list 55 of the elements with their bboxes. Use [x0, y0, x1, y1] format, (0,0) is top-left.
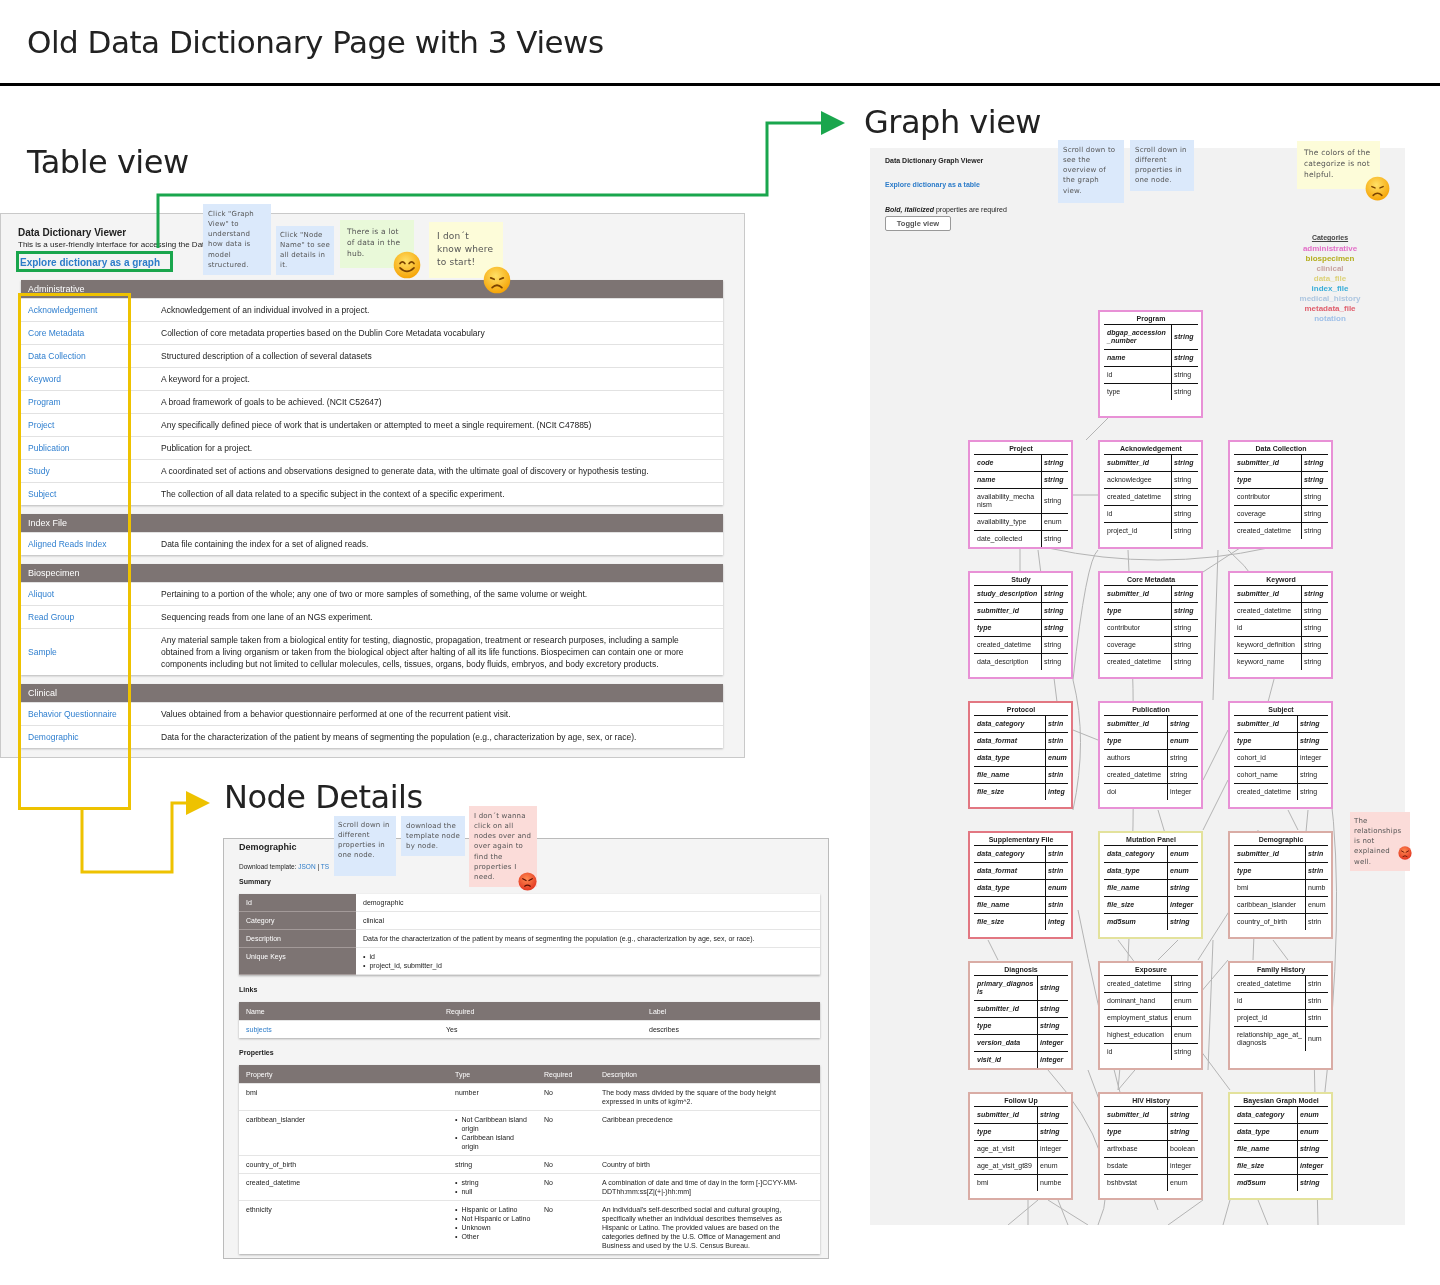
- sticky-note: I don´t know where to start!: [429, 222, 503, 278]
- legend-item: medical_history: [1299, 294, 1361, 303]
- angry-face-icon: [518, 872, 537, 891]
- node-link[interactable]: Aliquot: [21, 587, 54, 600]
- node-description: Acknowledgement of an individual involved in a project.: [161, 303, 371, 317]
- angry-face-icon: [1398, 846, 1412, 860]
- node-link[interactable]: Subject: [21, 487, 57, 500]
- legend-item: administrative: [1302, 244, 1358, 253]
- node-link[interactable]: Data Collection: [21, 349, 86, 362]
- viewer-title: Data Dictionary Viewer: [18, 227, 127, 240]
- page-title: Old Data Dictionary Page with 3 Views: [27, 23, 604, 60]
- node-link[interactable]: Publication: [21, 441, 70, 454]
- node-description: The collection of all data related to a specific subject in the context of a specific experiment.: [161, 487, 506, 501]
- category-header: Index File: [21, 513, 723, 532]
- sad-face-icon: [483, 266, 511, 294]
- node-description: Publication for a project.: [161, 441, 254, 455]
- node-link[interactable]: Core Metadata: [21, 326, 85, 339]
- section-heading: Node Details: [224, 778, 423, 816]
- legend-item: metadata_file: [1304, 304, 1356, 313]
- legend-item: biospecimen: [1305, 254, 1355, 263]
- category-header: Biospecimen: [21, 563, 723, 582]
- node-link[interactable]: Behavior Questionnaire: [21, 707, 117, 720]
- node-link[interactable]: Program: [21, 395, 61, 408]
- legend-item: clinical: [1316, 264, 1344, 273]
- category-header: Clinical: [21, 683, 723, 702]
- node-description: Values obtained from a behavior questionnaire performed at one of the recurrent patient visit.: [161, 707, 512, 721]
- node-description: Data file containing the index for a set of aligned reads.: [161, 537, 370, 551]
- node-description: A coordinated set of actions and observations designed to generate data, with the ultimate goal of discovery or hypothesis testing.: [161, 464, 650, 478]
- node-link[interactable]: Study: [21, 464, 50, 477]
- node-link[interactable]: Keyword: [21, 372, 62, 385]
- node-link[interactable]: Demographic: [21, 730, 79, 743]
- legend-item: notation: [1314, 314, 1346, 323]
- node-link[interactable]: Aligned Reads Index: [21, 537, 107, 550]
- node-link[interactable]: Acknowledgement: [21, 303, 98, 316]
- node-description: Any specifically defined piece of work that is undertaken or attempted to meet a single requirement. (NCIt C47885): [161, 418, 593, 432]
- node-description: Collection of core metadata properties based on the Dublin Core Metadata vocabulary: [161, 326, 486, 340]
- section-heading: Table view: [27, 143, 189, 181]
- smiling-face-icon: [393, 251, 421, 279]
- node-link[interactable]: Sample: [21, 645, 57, 658]
- section-heading: Graph view: [864, 103, 1041, 141]
- node-description: A keyword for a project.: [161, 372, 251, 386]
- node-description: Sequencing reads from one lane of an NGS experiment.: [161, 610, 374, 624]
- sad-face-icon: [1365, 176, 1390, 201]
- node-description: Data for the characterization of the patient by means of segmenting the population (e.g., characterization by age, sex, or race).: [161, 730, 638, 744]
- node-description: A broad framework of goals to be achieved. (NCIt C52647): [161, 395, 383, 409]
- node-link[interactable]: Project: [21, 418, 55, 431]
- legend-item: data_file: [1313, 274, 1347, 283]
- node-link[interactable]: Read Group: [21, 610, 75, 623]
- node-description: Pertaining to a portion of the whole; any one of two or more samples of something, of the same volume or weight.: [161, 587, 589, 601]
- legend-item: index_file: [1311, 284, 1349, 293]
- category-header: Administrative: [21, 279, 723, 298]
- node-description: Structured description of a collection of several datasets: [161, 349, 373, 363]
- graph-link[interactable]: Explore dictionary as a graph: [20, 256, 161, 268]
- node-title: Demographic: [239, 842, 297, 854]
- node-description: Any material sample taken from a biological entity for testing, diagnostic, propagation, treatment or research purposes, including a sample obtained from a living organism or taken from the biological object after halting of all its life functions. Biospecimen can contain one or more components including but not limited to cellular molecules, cells, tissues, organs, body fluids, embryos, and body excretory products.: [161, 633, 685, 671]
